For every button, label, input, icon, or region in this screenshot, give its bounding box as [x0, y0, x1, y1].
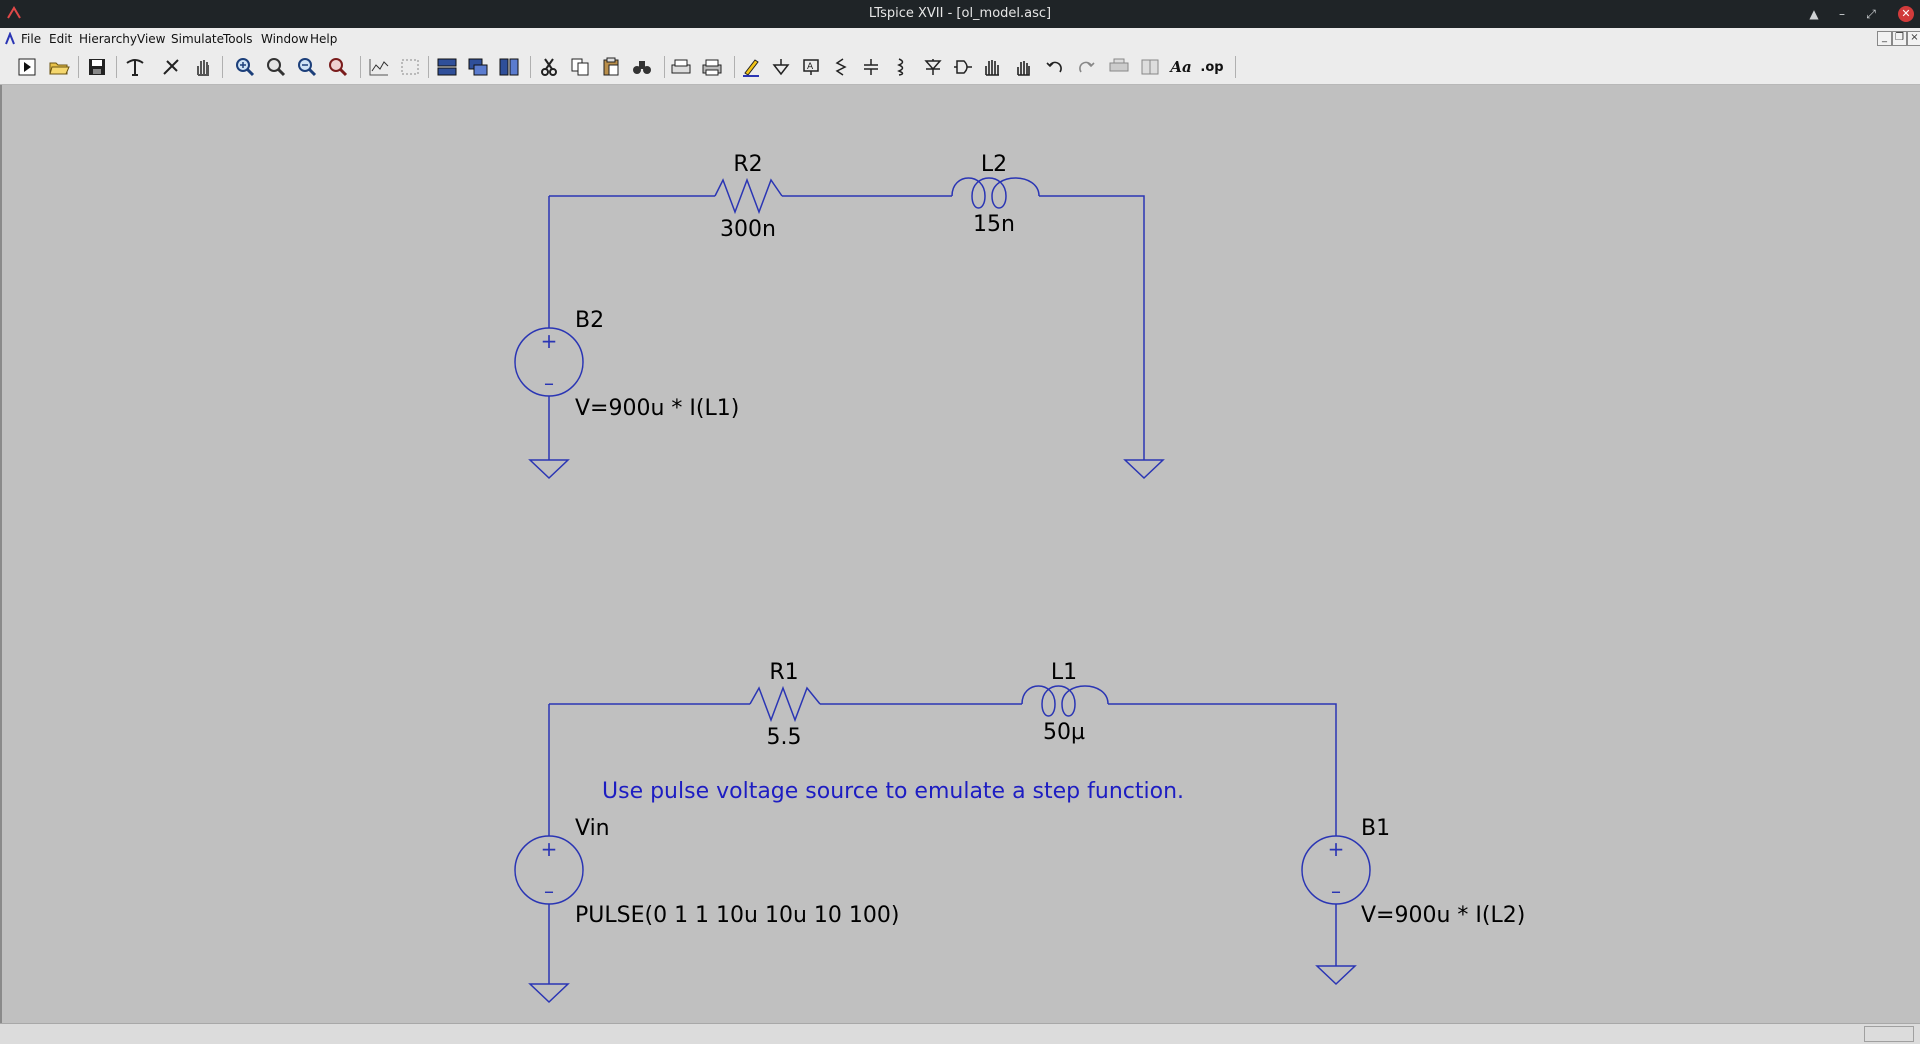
spice-directive-icon[interactable]: .op	[1199, 55, 1225, 79]
b2-value[interactable]: V=900u * I(L1)	[575, 396, 739, 421]
tile-vertical-icon[interactable]	[496, 55, 522, 79]
r2-name[interactable]: R2	[733, 152, 762, 177]
rotate-icon[interactable]	[1106, 55, 1132, 79]
zoom-in-icon[interactable]	[232, 55, 258, 79]
zoom-area-icon[interactable]	[263, 55, 289, 79]
delete-plot-icon[interactable]	[397, 55, 423, 79]
find-icon[interactable]	[629, 55, 655, 79]
drag-hand-icon[interactable]	[1011, 55, 1037, 79]
menu-hierarchy[interactable]: Hierarchy	[79, 32, 137, 46]
draw-wire-icon[interactable]	[738, 55, 764, 79]
mdi-minimize-button[interactable]: _	[1877, 31, 1892, 46]
r2-value[interactable]: 300n	[720, 217, 776, 242]
title-bar: LTspice XVII - [ol_model.asc] ▲ – ⤢ ✕	[0, 0, 1920, 28]
open-folder-icon[interactable]	[46, 55, 72, 79]
ground-icon[interactable]	[768, 55, 794, 79]
mdi-restore-button[interactable]: ❐	[1892, 31, 1907, 46]
tile-horizontal-icon[interactable]	[434, 55, 460, 79]
schematic-canvas[interactable]: + – + – + – R2 300n L2 15n B2 V=900u * I…	[0, 85, 1920, 1023]
resistor-r2-symbol[interactable]	[714, 177, 783, 215]
mdi-close-button[interactable]: ×	[1907, 31, 1920, 46]
menu-edit[interactable]: Edit	[49, 32, 72, 46]
vin-value[interactable]: PULSE(0 1 1 10u 10u 10 100)	[575, 903, 899, 928]
svg-text:A: A	[807, 62, 814, 72]
polarity-plus: +	[541, 837, 558, 861]
print-preview-icon[interactable]	[668, 55, 694, 79]
polarity-plus: +	[541, 329, 558, 353]
mirror-icon[interactable]	[1137, 55, 1163, 79]
ground-symbol[interactable]	[528, 459, 570, 480]
menu-tools[interactable]: Tools	[223, 32, 253, 46]
menu-window[interactable]: Window	[261, 32, 308, 46]
component-icon[interactable]	[950, 55, 976, 79]
zoom-out-icon[interactable]	[294, 55, 320, 79]
inductor-l1-symbol[interactable]	[1021, 685, 1109, 717]
wire[interactable]	[1108, 703, 1337, 836]
keep-above-button[interactable]: ▲	[1805, 5, 1823, 23]
cascade-icon[interactable]	[465, 55, 491, 79]
vin-name[interactable]: Vin	[575, 816, 610, 841]
polarity-minus: –	[544, 371, 554, 395]
ground-symbol[interactable]	[1315, 965, 1357, 986]
status-cell	[1864, 1026, 1914, 1042]
polarity-minus: –	[544, 879, 554, 903]
autorange-icon[interactable]	[366, 55, 392, 79]
print-icon[interactable]	[699, 55, 725, 79]
redo-icon[interactable]	[1073, 55, 1099, 79]
minimize-button[interactable]: –	[1833, 5, 1851, 23]
text-icon[interactable]: Aa	[1168, 55, 1194, 79]
ground-symbol[interactable]	[1123, 459, 1165, 480]
pan-hand-icon[interactable]	[190, 55, 216, 79]
inductor-l2-symbol[interactable]	[951, 177, 1040, 209]
wire[interactable]	[1039, 195, 1145, 460]
b1-name[interactable]: B1	[1361, 816, 1390, 841]
resistor-r1-symbol[interactable]	[749, 685, 821, 723]
run-icon[interactable]	[14, 55, 40, 79]
menu-simulate[interactable]: Simulate	[171, 32, 224, 46]
copy-icon[interactable]	[567, 55, 593, 79]
menu-help[interactable]: Help	[310, 32, 337, 46]
r1-value[interactable]: 5.5	[767, 725, 802, 750]
diode-icon[interactable]	[920, 55, 946, 79]
b2-name[interactable]: B2	[575, 308, 604, 333]
menu-file[interactable]: File	[21, 32, 41, 46]
capacitor-icon[interactable]	[858, 55, 884, 79]
ground-symbol[interactable]	[528, 983, 570, 1004]
cut-icon[interactable]	[536, 55, 562, 79]
label-net-icon[interactable]: A	[798, 55, 824, 79]
polarity-plus: +	[1328, 837, 1345, 861]
toolbar: A Aa .op	[0, 50, 1920, 85]
resistor-icon[interactable]	[828, 55, 854, 79]
schematic-drawing: + – + – + – R2 300n L2 15n B2 V=900u * I…	[514, 152, 1525, 1004]
control-panel-icon[interactable]	[122, 55, 148, 79]
inductor-icon[interactable]	[888, 55, 914, 79]
window-title: LTspice XVII - [ol_model.asc]	[868, 6, 1052, 21]
move-hand-icon[interactable]	[980, 55, 1006, 79]
l1-name[interactable]: L1	[1051, 660, 1077, 685]
menu-bar: File Edit Hierarchy View Simulate Tools …	[0, 28, 1920, 51]
l1-value[interactable]: 50µ	[1043, 720, 1085, 745]
status-bar	[0, 1023, 1920, 1044]
save-icon[interactable]	[84, 55, 110, 79]
l2-value[interactable]: 15n	[973, 212, 1015, 237]
b1-value[interactable]: V=900u * I(L2)	[1361, 903, 1525, 928]
r1-name[interactable]: R1	[769, 660, 798, 685]
zoom-fit-icon[interactable]	[325, 55, 351, 79]
undo-icon[interactable]	[1042, 55, 1068, 79]
maximize-button[interactable]: ⤢	[1862, 5, 1880, 23]
paste-icon[interactable]	[598, 55, 624, 79]
l2-name[interactable]: L2	[981, 152, 1007, 177]
halt-icon[interactable]	[158, 55, 184, 79]
schematic-comment[interactable]: Use pulse voltage source to emulate a st…	[602, 779, 1184, 804]
document-icon	[5, 32, 15, 45]
close-button[interactable]: ✕	[1898, 6, 1914, 22]
polarity-minus: –	[1331, 879, 1341, 903]
menu-view[interactable]: View	[137, 32, 165, 46]
